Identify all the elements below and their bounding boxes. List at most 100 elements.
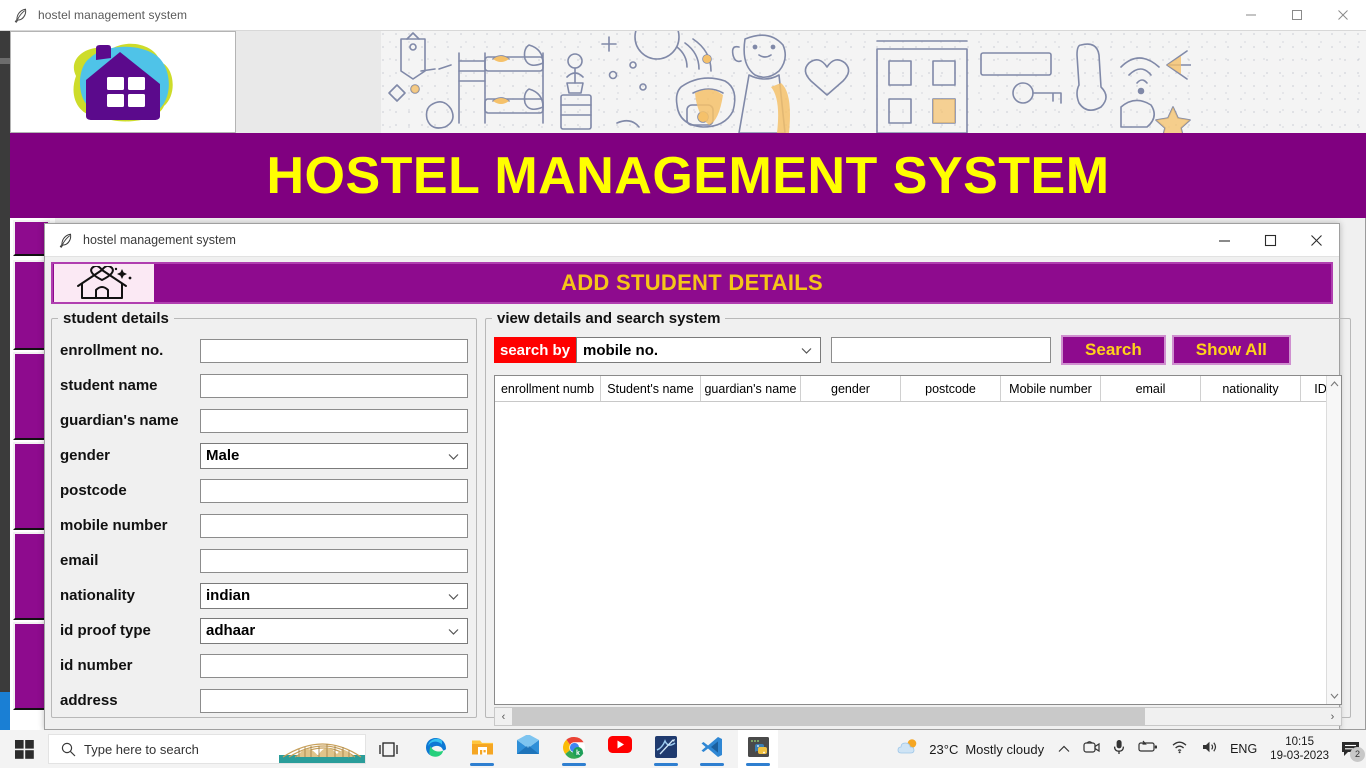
input-address[interactable] (200, 688, 468, 713)
search-button[interactable]: Search (1061, 335, 1166, 365)
input-id-number[interactable] (200, 653, 468, 678)
search-input[interactable]: Type here to search (48, 734, 366, 764)
house-logo (10, 31, 236, 133)
hscroll-track[interactable] (512, 708, 1324, 725)
dialog-title-bar: hostel management system (45, 224, 1339, 257)
scroll-up-icon[interactable] (1327, 376, 1341, 392)
column-header-mobile-number[interactable]: Mobile number (1001, 376, 1101, 401)
windows-start-icon[interactable] (0, 730, 48, 768)
label-student-name: student name (60, 377, 158, 394)
weather-temperature: 23°C (929, 741, 959, 757)
field-row-gender: gender Male (60, 438, 468, 473)
input-email[interactable] (200, 548, 468, 573)
camera-icon[interactable] (1083, 740, 1100, 759)
system-tray: 23°C Mostly cloudy ENG 10:15 19-03-2023 … (897, 730, 1366, 768)
youtube-icon[interactable] (600, 730, 640, 768)
minimize-icon[interactable] (1201, 224, 1247, 257)
field-row-email: email (60, 543, 468, 578)
field-row-mobile-number: mobile number (60, 508, 468, 543)
select-gender[interactable]: Male (200, 442, 468, 469)
student-records-table: enrollment numb Student's name guardian'… (494, 375, 1342, 705)
language-indicator[interactable]: ENG (1230, 742, 1257, 756)
clock-date: 19-03-2023 (1270, 750, 1329, 762)
table-vertical-scrollbar[interactable] (1326, 376, 1341, 704)
vscode-icon[interactable] (692, 730, 732, 768)
svg-text:k: k (576, 750, 580, 757)
battery-icon[interactable] (1138, 740, 1158, 758)
chevron-up-icon[interactable] (1058, 740, 1070, 758)
label-mobile-number: mobile number (60, 517, 168, 534)
mail-icon[interactable] (508, 730, 548, 768)
view-search-group: view details and search system search by… (485, 310, 1351, 726)
column-header-guardians-name[interactable]: guardian's name (701, 376, 801, 401)
maximize-icon[interactable] (1274, 0, 1320, 31)
close-icon[interactable] (1293, 224, 1339, 257)
view-search-legend: view details and search system (497, 310, 721, 327)
column-header-postcode[interactable]: postcode (901, 376, 1001, 401)
scroll-down-icon[interactable] (1327, 688, 1341, 704)
matlab-icon[interactable] (646, 730, 686, 768)
table-header-row: enrollment numb Student's name guardian'… (495, 376, 1341, 402)
select-id-proof-type[interactable]: adhaar (200, 617, 468, 644)
task-view-icon[interactable] (366, 730, 410, 768)
chevron-down-icon (448, 622, 459, 639)
label-nationality: nationality (60, 587, 136, 604)
clock-time: 10:15 (1285, 736, 1314, 748)
chevron-down-icon (448, 587, 459, 604)
scroll-left-icon[interactable]: ‹ (495, 711, 512, 723)
input-student-name[interactable] (200, 373, 468, 398)
column-header-enrollment-number[interactable]: enrollment numb (495, 376, 601, 401)
show-all-button[interactable]: Show All (1171, 335, 1291, 365)
label-postcode: postcode (60, 482, 127, 499)
column-header-email[interactable]: email (1101, 376, 1201, 401)
feather-icon (14, 8, 28, 23)
weather-widget[interactable]: 23°C Mostly cloudy (897, 737, 1044, 761)
notification-icon[interactable]: 2 (1341, 741, 1365, 762)
input-mobile-number[interactable] (200, 513, 468, 538)
wifi-icon[interactable] (1171, 740, 1188, 759)
file-explorer-icon[interactable] (462, 730, 502, 768)
input-postcode[interactable] (200, 478, 468, 503)
banner-row (10, 31, 1366, 133)
left-gutter (0, 31, 10, 730)
chrome-icon[interactable]: k (554, 730, 594, 768)
chevron-down-icon (801, 342, 812, 359)
table-horizontal-scrollbar[interactable]: ‹ › (494, 707, 1342, 726)
search-row: search by mobile no. Search Show All (486, 327, 1350, 365)
microphone-icon[interactable] (1113, 739, 1125, 760)
dialog-title: hostel management system (83, 233, 236, 247)
edge-icon[interactable] (416, 730, 456, 768)
search-by-label: search by (494, 337, 577, 363)
column-header-nationality[interactable]: nationality (1201, 376, 1301, 401)
input-guardians-name[interactable] (200, 408, 468, 433)
column-header-students-name[interactable]: Student's name (601, 376, 701, 401)
close-icon[interactable] (1320, 0, 1366, 31)
notification-count: 2 (1350, 746, 1365, 762)
house-heart-icon (54, 264, 154, 302)
search-by-select[interactable]: mobile no. (576, 337, 822, 363)
main-title-banner: HOSTEL MANAGEMENT SYSTEM (10, 133, 1366, 218)
page-title: HOSTEL MANAGEMENT SYSTEM (266, 146, 1110, 205)
field-row-nationality: nationality indian (60, 578, 468, 613)
python-idle-icon[interactable] (738, 730, 778, 768)
dialog-header-bar: ADD STUDENT DETAILS (51, 262, 1333, 304)
clock[interactable]: 10:15 19-03-2023 (1270, 735, 1329, 763)
taskbar: Type here to search k 23°C Mostly cloudy… (0, 730, 1366, 768)
column-header-gender[interactable]: gender (801, 376, 901, 401)
maximize-icon[interactable] (1247, 224, 1293, 257)
minimize-icon[interactable] (1228, 0, 1274, 31)
student-details-fields: enrollment no. student name guardian's n… (52, 327, 476, 718)
feather-icon (59, 233, 73, 248)
speaker-icon[interactable] (1201, 740, 1218, 759)
label-address: address (60, 692, 118, 709)
dialog-header-title: ADD STUDENT DETAILS (561, 270, 823, 295)
partly-cloudy-icon (897, 737, 922, 761)
scroll-right-icon[interactable]: › (1324, 711, 1341, 723)
tray-icons (1058, 739, 1218, 760)
table-body (495, 402, 1341, 704)
select-nationality[interactable]: indian (200, 582, 468, 609)
hscroll-thumb[interactable] (512, 708, 1146, 725)
search-input[interactable] (831, 337, 1052, 363)
input-enrollment-no[interactable] (200, 338, 468, 363)
search-by-select-value: mobile no. (583, 341, 659, 359)
